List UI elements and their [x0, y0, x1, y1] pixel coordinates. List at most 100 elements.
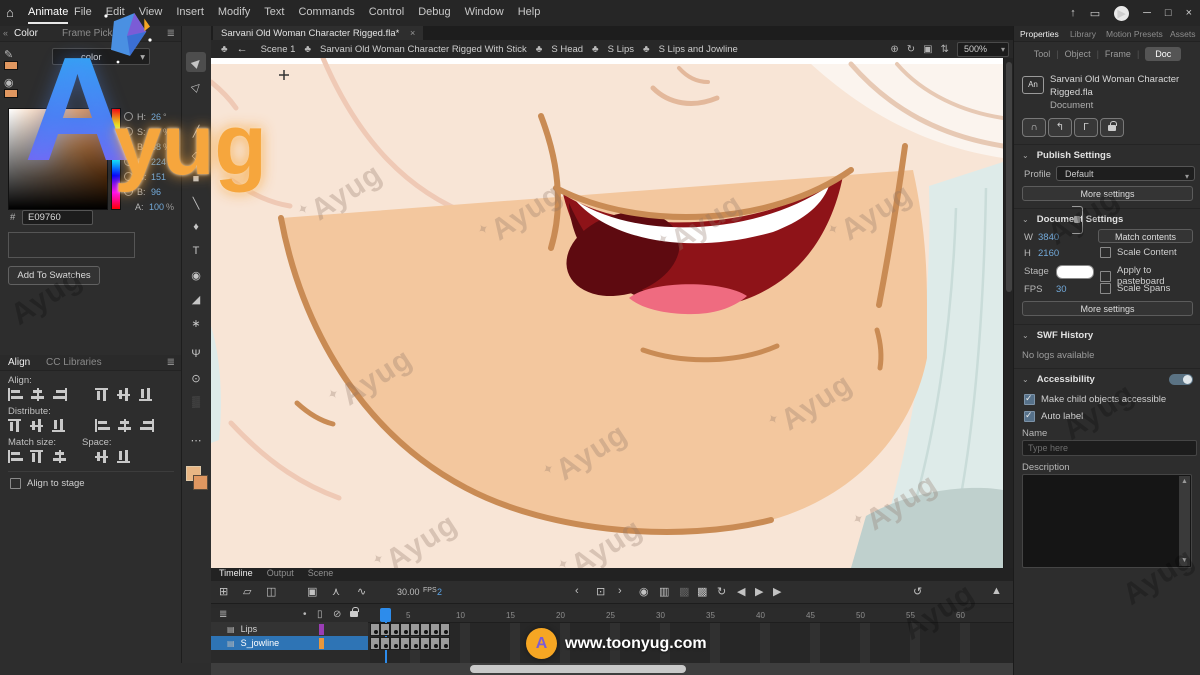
- align-middle-button[interactable]: [117, 388, 132, 401]
- distribute-left-button[interactable]: [95, 419, 110, 432]
- distribute-middle-button[interactable]: [30, 419, 45, 432]
- new-layer-button[interactable]: ⊞: [219, 585, 228, 598]
- breadcrumb-item[interactable]: Sarvani Old Woman Character Rigged With …: [320, 44, 527, 55]
- collapse-icon[interactable]: «: [3, 28, 8, 38]
- docset-more-settings-button[interactable]: More settings: [1022, 301, 1193, 316]
- new-folder-button[interactable]: ▱: [243, 585, 251, 598]
- radio-button[interactable]: [124, 127, 133, 136]
- stroke-pencil-icon[interactable]: ✎: [4, 48, 28, 70]
- parent-view-button[interactable]: ⋏: [332, 585, 340, 598]
- keyframe-cell[interactable]: [380, 637, 390, 650]
- layer-color-swatch[interactable]: [319, 638, 324, 649]
- menu-insert[interactable]: Insert: [176, 6, 204, 18]
- match-width-button[interactable]: [8, 450, 23, 463]
- zoom-tool[interactable]: ⊙: [186, 368, 206, 388]
- menu-window[interactable]: Window: [465, 6, 504, 18]
- share-icon[interactable]: ↑: [1070, 7, 1076, 19]
- panel-menu-icon[interactable]: ≣: [167, 28, 175, 39]
- rectangle-tool[interactable]: ■: [186, 169, 206, 189]
- resize-view-button[interactable]: ▲: [991, 585, 1002, 597]
- text-tool[interactable]: T: [186, 241, 206, 261]
- graph-editor-button[interactable]: ∿: [357, 585, 366, 598]
- align-bottom-button[interactable]: [139, 388, 154, 401]
- radio-button[interactable]: [124, 112, 133, 121]
- distribute-center-button[interactable]: [117, 419, 132, 432]
- accessibility-toggle[interactable]: [1169, 374, 1193, 385]
- faded-tool-tool[interactable]: ▒: [186, 392, 206, 412]
- fill-color-swatch[interactable]: [4, 89, 18, 98]
- tab-align[interactable]: Align: [8, 357, 30, 368]
- color-row-value[interactable]: 224: [151, 157, 166, 167]
- description-textarea[interactable]: ▲ ▼: [1022, 474, 1192, 568]
- layer-color-swatch[interactable]: [319, 624, 324, 635]
- workspace-icon[interactable]: ▭: [1090, 7, 1100, 20]
- keyframe-cell[interactable]: [420, 637, 430, 650]
- line-tool[interactable]: ╲: [186, 193, 206, 213]
- lock-toggle[interactable]: [1100, 118, 1124, 137]
- zoom-level-dropdown[interactable]: 500% ▾: [957, 42, 1009, 57]
- app-tab-animate[interactable]: Animate: [28, 6, 68, 24]
- align-left-button[interactable]: [8, 388, 23, 401]
- keyframe-cell[interactable]: [400, 623, 410, 636]
- back-arrow-icon[interactable]: ←: [237, 43, 248, 55]
- keyframe-cell[interactable]: [390, 623, 400, 636]
- play-button[interactable]: ▶: [755, 585, 763, 598]
- match-both-button[interactable]: [52, 450, 67, 463]
- clip-content-icon[interactable]: ▣: [923, 44, 932, 55]
- tab-color[interactable]: Color: [14, 28, 38, 39]
- fill-swatch-front[interactable]: [193, 475, 208, 490]
- keyframe-cell[interactable]: [370, 637, 380, 650]
- onion-range-button[interactable]: ▩: [679, 585, 689, 598]
- breadcrumb-item[interactable]: S Lips and Jowline: [659, 44, 738, 55]
- current-frame-value[interactable]: 2: [437, 587, 442, 597]
- keyframe-cell[interactable]: [400, 637, 410, 650]
- menu-help[interactable]: Help: [518, 6, 541, 18]
- layer-row-lips[interactable]: ▤Lips: [211, 622, 368, 636]
- publish-settings-header[interactable]: ⌄Publish Settings: [1022, 150, 1111, 161]
- fill-bucket-icon[interactable]: ◉: [4, 76, 28, 98]
- checkbox[interactable]: [10, 478, 21, 489]
- zoom-stepper-icon[interactable]: ⇅: [941, 44, 949, 55]
- home-icon[interactable]: ⌂: [6, 5, 14, 20]
- snap-corner-toggle[interactable]: Γ: [1074, 118, 1098, 137]
- keyframe-cell[interactable]: [370, 623, 380, 636]
- scale-spans-checkbox[interactable]: Scale Spans: [1100, 283, 1170, 294]
- pen-tool[interactable]: ♦: [186, 217, 206, 237]
- lock-column-icon[interactable]: [350, 609, 358, 620]
- match-height-button[interactable]: [30, 450, 45, 463]
- tab-frame-picker[interactable]: Frame Picker: [62, 28, 121, 39]
- subtab-tool[interactable]: Tool: [1034, 49, 1051, 59]
- edit-multiple-frames-button[interactable]: ▩: [697, 585, 707, 598]
- timeline-tab-output[interactable]: Output: [267, 568, 294, 578]
- keyframe-cell[interactable]: [410, 637, 420, 650]
- menu-text[interactable]: Text: [264, 6, 284, 18]
- publish-more-settings-button[interactable]: More settings: [1022, 186, 1193, 201]
- snap-align-toggle[interactable]: ↰: [1048, 118, 1072, 137]
- color-row-value[interactable]: 26: [151, 112, 161, 122]
- space-horizontal-button[interactable]: [117, 450, 132, 463]
- color-row-value[interactable]: 96: [151, 187, 161, 197]
- step-back-button[interactable]: ◀: [737, 585, 745, 598]
- align-top-button[interactable]: [95, 388, 110, 401]
- subtab-frame[interactable]: Frame: [1105, 49, 1131, 59]
- camera-column-icon[interactable]: ▯: [317, 609, 323, 620]
- distribute-right-button[interactable]: [139, 419, 154, 432]
- layer-row-s_jowline[interactable]: ▤S_jowline: [211, 636, 368, 650]
- subtab-object[interactable]: Object: [1065, 49, 1091, 59]
- space-vertical-button[interactable]: [95, 450, 110, 463]
- menu-debug[interactable]: Debug: [418, 6, 450, 18]
- selection-tool[interactable]: ▶: [186, 52, 206, 72]
- name-input[interactable]: Type here: [1022, 440, 1197, 456]
- align-center-h-button[interactable]: [30, 388, 45, 401]
- menu-control[interactable]: Control: [369, 6, 404, 18]
- close-tab-icon[interactable]: ×: [410, 28, 415, 38]
- profile-dropdown[interactable]: Default▾: [1056, 166, 1195, 181]
- more-tools-tool[interactable]: ⋯: [186, 430, 206, 450]
- menu-file[interactable]: File: [74, 6, 92, 18]
- hand-tool[interactable]: Ψ: [186, 344, 206, 364]
- stroke-color-swatch[interactable]: [4, 61, 18, 70]
- color-type-dropdown[interactable]: color ▾: [52, 48, 150, 65]
- timeline-horizontal-scrollbar[interactable]: [211, 663, 1013, 675]
- breadcrumb-item[interactable]: S Head: [551, 44, 583, 55]
- eyedropper-tool[interactable]: ◢: [186, 289, 206, 309]
